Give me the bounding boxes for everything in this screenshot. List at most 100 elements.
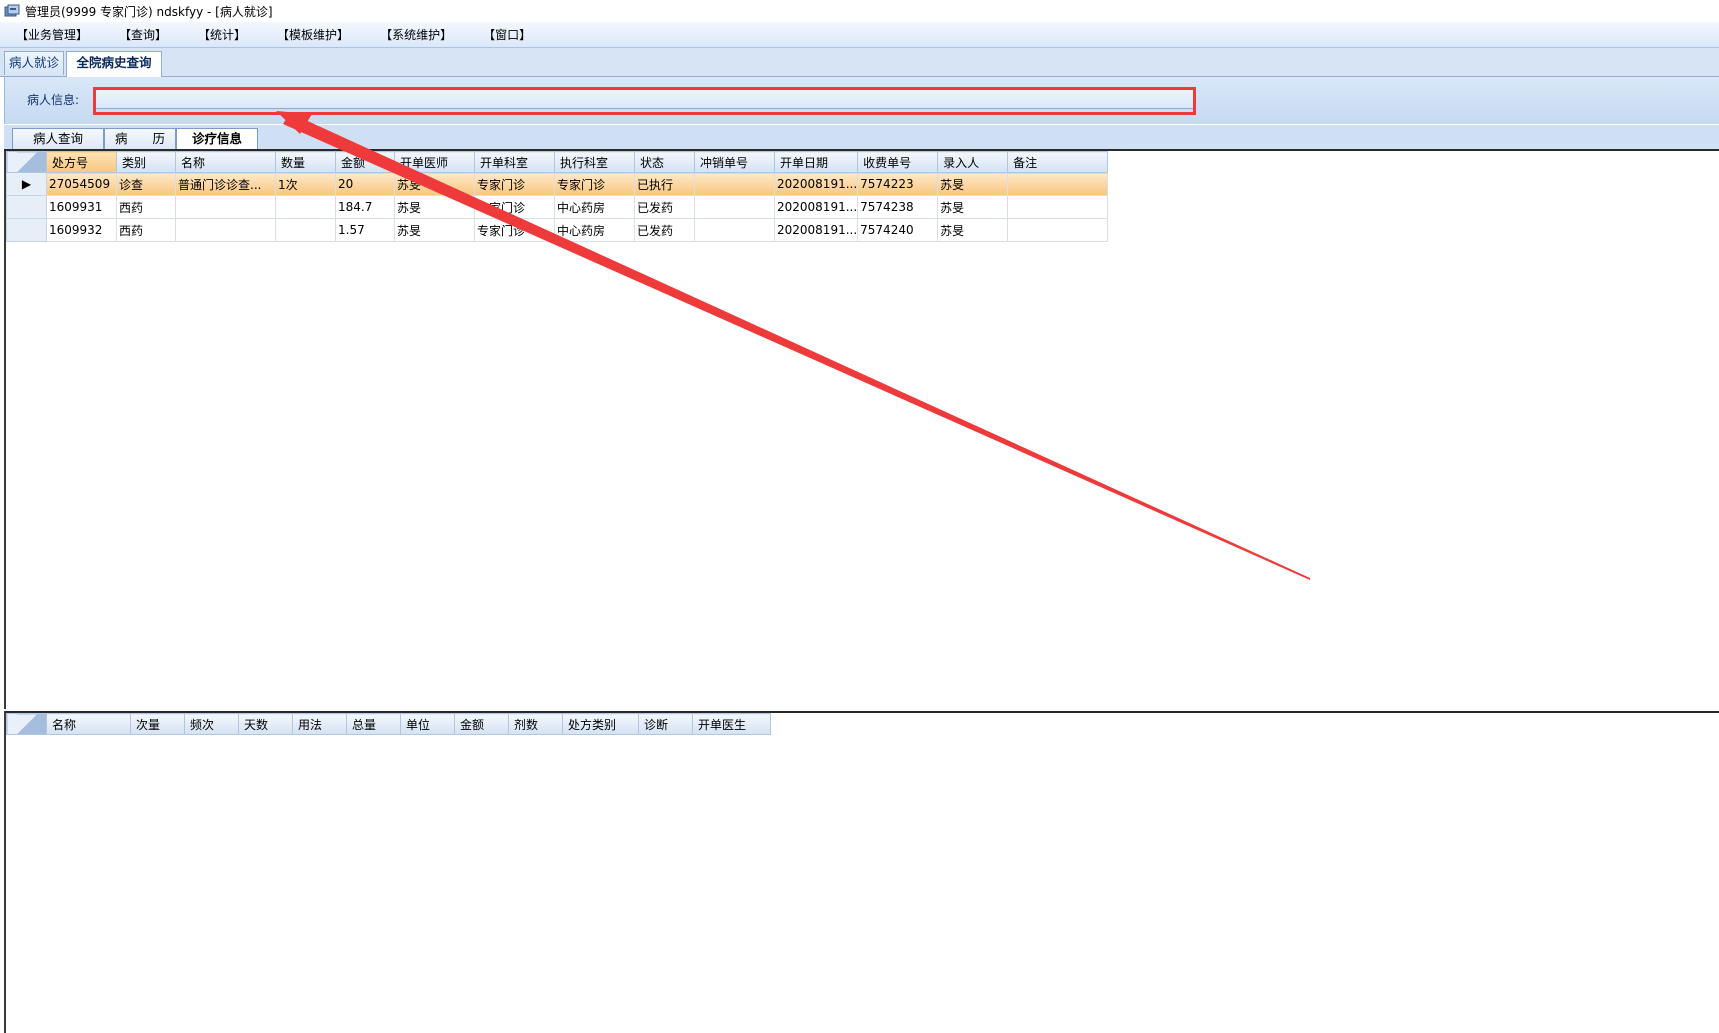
- col-header-exec-dept[interactable]: 执行科室: [554, 151, 635, 173]
- prescription-detail-grid: 名称 次量 频次 天数 用法 总量 单位 金额 剂数 处方类别 诊断 开单医生: [6, 713, 771, 735]
- grid-header-row: 名称 次量 频次 天数 用法 总量 单位 金额 剂数 处方类别 诊断 开单医生: [6, 713, 771, 735]
- cell[interactable]: 202008191...: [773, 172, 859, 196]
- col-header-prescription-type[interactable]: 处方类别: [562, 713, 639, 735]
- cell[interactable]: 苏旻: [937, 172, 1009, 196]
- table-row[interactable]: 1609932 西药 1.57 苏旻 专家门诊 中心药房 已发药 2020081…: [6, 218, 1109, 242]
- col-header-category[interactable]: 类别: [116, 151, 176, 173]
- col-header-order-date[interactable]: 开单日期: [773, 151, 859, 173]
- cell[interactable]: [175, 195, 276, 219]
- cell[interactable]: 184.7: [335, 195, 395, 219]
- cell[interactable]: 专家门诊: [474, 172, 555, 196]
- menu-business[interactable]: 【业务管理】: [0, 26, 102, 43]
- col-header-name[interactable]: 名称: [46, 713, 131, 735]
- cell[interactable]: [1007, 172, 1109, 196]
- col-header-amount[interactable]: 金额: [335, 151, 395, 173]
- cell[interactable]: 中心药房: [554, 218, 635, 242]
- cell[interactable]: 202008191...: [773, 218, 859, 242]
- row-indicator[interactable]: ▶: [6, 172, 47, 196]
- cell[interactable]: 1.57: [335, 218, 395, 242]
- cell[interactable]: [694, 172, 775, 196]
- cell[interactable]: [694, 195, 775, 219]
- title-bar: 管理员(9999 专家门诊) ndskfyy - [病人就诊]: [0, 0, 1719, 22]
- row-header[interactable]: [6, 218, 47, 242]
- prescription-detail-grid-area: 名称 次量 频次 天数 用法 总量 单位 金额 剂数 处方类别 诊断 开单医生: [4, 711, 1719, 1033]
- prescription-grid-area: 处方号 类别 名称 数量 金额 开单医师 开单科室 执行科室 状态 冲销单号 开…: [4, 151, 1719, 709]
- col-header-amount[interactable]: 金额: [454, 713, 509, 735]
- col-header-status[interactable]: 状态: [634, 151, 695, 173]
- prescription-grid: 处方号 类别 名称 数量 金额 开单医师 开单科室 执行科室 状态 冲销单号 开…: [6, 151, 1109, 242]
- document-tabs: 病人就诊 全院病史查询: [0, 48, 1719, 77]
- col-header-prescription-no[interactable]: 处方号: [46, 151, 117, 173]
- menu-bar: 【业务管理】 【查询】 【统计】 【模板维护】 【系统维护】 【窗口】: [0, 22, 1719, 48]
- col-header-days[interactable]: 天数: [238, 713, 293, 735]
- cell[interactable]: 专家门诊: [554, 172, 635, 196]
- table-row[interactable]: ▶ 27054509 诊查 普通门诊诊查... 1次 20 苏旻 专家门诊 专家…: [6, 172, 1109, 196]
- cell[interactable]: [275, 218, 336, 242]
- cell[interactable]: 1次: [275, 172, 336, 196]
- cell[interactable]: 专家门诊: [474, 218, 555, 242]
- cell[interactable]: 7574223: [857, 172, 939, 196]
- table-row[interactable]: 1609931 西药 184.7 苏旻 专家门诊 中心药房 已发药 202008…: [6, 195, 1109, 219]
- menu-system[interactable]: 【系统维护】: [363, 26, 466, 43]
- cell[interactable]: 诊查: [116, 172, 176, 196]
- cell[interactable]: 普通门诊诊查...: [175, 172, 276, 196]
- tab-treatment-info[interactable]: 诊疗信息: [176, 128, 258, 149]
- cell[interactable]: 苏旻: [937, 195, 1009, 219]
- col-header-dose[interactable]: 次量: [130, 713, 185, 735]
- tab-patient-visit[interactable]: 病人就诊: [4, 51, 64, 75]
- col-header-doses[interactable]: 剂数: [508, 713, 563, 735]
- menu-query[interactable]: 【查询】: [102, 26, 181, 43]
- col-header-quantity[interactable]: 数量: [275, 151, 336, 173]
- cell[interactable]: 中心药房: [554, 195, 635, 219]
- col-header-receipt-no[interactable]: 收费单号: [857, 151, 939, 173]
- cell[interactable]: 苏旻: [394, 218, 475, 242]
- col-header-entered-by[interactable]: 录入人: [937, 151, 1009, 173]
- col-header-unit[interactable]: 单位: [400, 713, 455, 735]
- tab-history-query[interactable]: 全院病史查询: [66, 51, 162, 77]
- col-header-doctor[interactable]: 开单医师: [394, 151, 475, 173]
- col-header-reversal-no[interactable]: 冲销单号: [694, 151, 775, 173]
- cell[interactable]: 苏旻: [394, 195, 475, 219]
- menu-template[interactable]: 【模板维护】: [260, 26, 363, 43]
- cell[interactable]: 西药: [116, 218, 176, 242]
- col-header-total[interactable]: 总量: [346, 713, 401, 735]
- cell[interactable]: 已执行: [634, 172, 695, 196]
- cell[interactable]: 苏旻: [937, 218, 1009, 242]
- sub-tabs: 病人查询 病 历 诊疗信息: [4, 125, 1719, 151]
- col-header-doctor[interactable]: 开单医生: [692, 713, 771, 735]
- cell[interactable]: [1007, 195, 1109, 219]
- cell[interactable]: 已发药: [634, 218, 695, 242]
- row-header[interactable]: [6, 195, 47, 219]
- menu-statistics[interactable]: 【统计】: [181, 26, 260, 43]
- cell[interactable]: 27054509: [46, 172, 117, 196]
- patient-info-label: 病人信息:: [27, 93, 80, 107]
- grid-corner[interactable]: [6, 151, 47, 173]
- cell[interactable]: 专家门诊: [474, 195, 555, 219]
- grid-corner[interactable]: [6, 713, 47, 735]
- cell[interactable]: 7574240: [857, 218, 939, 242]
- cell[interactable]: [1007, 218, 1109, 242]
- col-header-name[interactable]: 名称: [175, 151, 276, 173]
- cell[interactable]: 1609931: [46, 195, 117, 219]
- cell[interactable]: 已发药: [634, 195, 695, 219]
- app-icon: [4, 4, 20, 17]
- cell[interactable]: 202008191...: [773, 195, 859, 219]
- tab-medical-record[interactable]: 病 历: [104, 128, 176, 149]
- cell[interactable]: 西药: [116, 195, 176, 219]
- col-header-frequency[interactable]: 频次: [184, 713, 239, 735]
- col-header-order-dept[interactable]: 开单科室: [474, 151, 555, 173]
- cell[interactable]: [275, 195, 336, 219]
- cell[interactable]: [694, 218, 775, 242]
- col-header-usage[interactable]: 用法: [292, 713, 347, 735]
- patient-info-input[interactable]: [95, 87, 1195, 109]
- cell[interactable]: [175, 218, 276, 242]
- col-header-diagnosis[interactable]: 诊断: [638, 713, 693, 735]
- col-header-remarks[interactable]: 备注: [1007, 151, 1109, 173]
- patient-info-panel: 病人信息:: [4, 77, 1719, 124]
- cell[interactable]: 苏旻: [394, 172, 475, 196]
- menu-window[interactable]: 【窗口】: [466, 26, 545, 43]
- cell[interactable]: 20: [335, 172, 395, 196]
- tab-patient-query[interactable]: 病人查询: [12, 128, 104, 149]
- cell[interactable]: 7574238: [857, 195, 939, 219]
- cell[interactable]: 1609932: [46, 218, 117, 242]
